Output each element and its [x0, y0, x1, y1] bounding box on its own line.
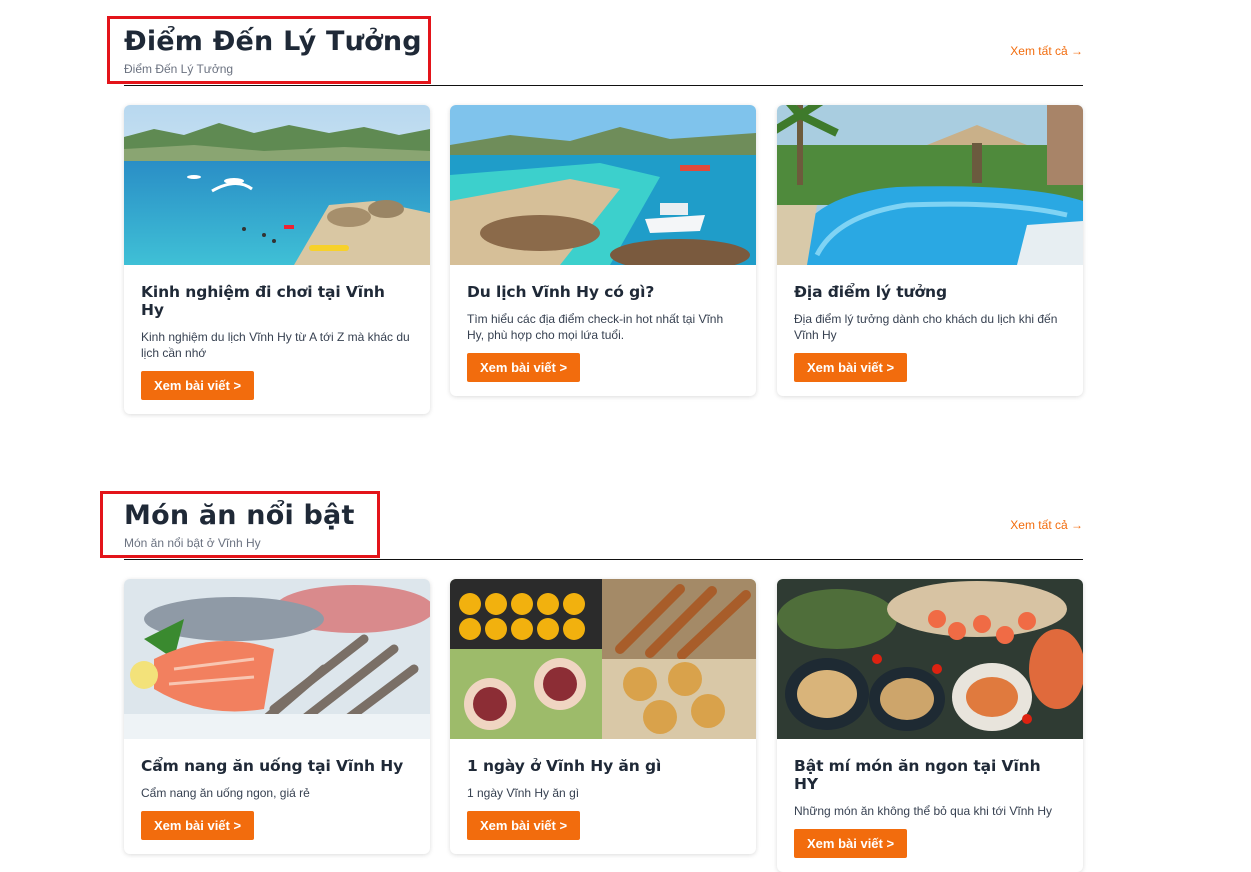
card-body: Bật mí món ăn ngon tại Vĩnh HY Những món…: [777, 739, 1083, 872]
beach-bay-with-jetskis-photo[interactable]: [124, 105, 430, 265]
card-body: Địa điểm lý tưởng Địa điểm lý tưởng dành…: [777, 265, 1083, 396]
card-description: Địa điểm lý tưởng dành cho khách du lịch…: [794, 312, 1058, 342]
read-article-button[interactable]: Xem bài viết >: [467, 811, 581, 840]
resort-pool-with-palms-photo[interactable]: [777, 105, 1083, 265]
see-all-link[interactable]: Xem tất cả →: [1010, 44, 1083, 58]
local-dishes-collage-photo[interactable]: [450, 579, 756, 739]
fresh-fish-and-shrimp-photo[interactable]: [124, 579, 430, 739]
card-description: Tìm hiểu các địa điểm check-in hot nhất …: [467, 312, 724, 342]
card-body: Kinh nghiệm đi chơi tại Vĩnh Hy Kinh ngh…: [124, 265, 430, 414]
read-article-button[interactable]: Xem bài viết >: [141, 811, 255, 840]
card-description: 1 ngày Vĩnh Hy ăn gì: [467, 786, 580, 800]
seafood-platter-photo[interactable]: [777, 579, 1083, 739]
turquoise-beach-with-boat-photo[interactable]: [450, 105, 756, 265]
section-header: Điểm Đến Lý Tưởng Điểm Đến Lý Tưởng Xem …: [124, 0, 1083, 86]
card-description: Kinh nghiệm du lịch Vĩnh Hy từ A tới Z m…: [141, 330, 410, 360]
article-card[interactable]: Du lịch Vĩnh Hy có gì? Tìm hiểu các địa …: [450, 105, 756, 396]
article-card[interactable]: Cẩm nang ăn uống tại Vĩnh Hy Cẩm nang ăn…: [124, 579, 430, 854]
section-subtitle: Món ăn nổi bật ở Vĩnh Hy: [124, 536, 261, 550]
card-title[interactable]: Cẩm nang ăn uống tại Vĩnh Hy: [141, 757, 413, 775]
section-subtitle: Điểm Đến Lý Tưởng: [124, 62, 234, 76]
section-title: Món ăn nổi bật: [124, 500, 355, 531]
card-title[interactable]: Kinh nghiệm đi chơi tại Vĩnh Hy: [141, 283, 413, 319]
read-article-button[interactable]: Xem bài viết >: [141, 371, 255, 400]
read-article-button[interactable]: Xem bài viết >: [794, 353, 908, 382]
article-card[interactable]: Bật mí món ăn ngon tại Vĩnh HY Những món…: [777, 579, 1083, 872]
read-article-button[interactable]: Xem bài viết >: [467, 353, 581, 382]
card-body: 1 ngày ở Vĩnh Hy ăn gì 1 ngày Vĩnh Hy ăn…: [450, 739, 756, 854]
card-description: Cẩm nang ăn uống ngon, giá rẻ: [141, 786, 310, 800]
read-article-button[interactable]: Xem bài viết >: [794, 829, 908, 858]
featured-food-section: Món ăn nổi bật Món ăn nổi bật ở Vĩnh Hy …: [124, 474, 1083, 872]
card-title[interactable]: Bật mí món ăn ngon tại Vĩnh HY: [794, 757, 1066, 793]
see-all-link[interactable]: Xem tất cả →: [1010, 518, 1083, 532]
card-description: Những món ăn không thể bỏ qua khi tới Vĩ…: [794, 804, 1053, 818]
article-card[interactable]: Kinh nghiệm đi chơi tại Vĩnh Hy Kinh ngh…: [124, 105, 430, 414]
section-header: Món ăn nổi bật Món ăn nổi bật ở Vĩnh Hy …: [124, 474, 1083, 560]
article-card[interactable]: Địa điểm lý tưởng Địa điểm lý tưởng dành…: [777, 105, 1083, 396]
section-title: Điểm Đến Lý Tưởng: [124, 26, 422, 57]
card-title[interactable]: Du lịch Vĩnh Hy có gì?: [467, 283, 739, 301]
card-title[interactable]: 1 ngày ở Vĩnh Hy ăn gì: [467, 757, 739, 775]
card-title[interactable]: Địa điểm lý tưởng: [794, 283, 1066, 301]
destinations-section: Điểm Đến Lý Tưởng Điểm Đến Lý Tưởng Xem …: [124, 0, 1083, 414]
card-body: Cẩm nang ăn uống tại Vĩnh Hy Cẩm nang ăn…: [124, 739, 430, 854]
article-card[interactable]: 1 ngày ở Vĩnh Hy ăn gì 1 ngày Vĩnh Hy ăn…: [450, 579, 756, 854]
card-body: Du lịch Vĩnh Hy có gì? Tìm hiểu các địa …: [450, 265, 756, 396]
